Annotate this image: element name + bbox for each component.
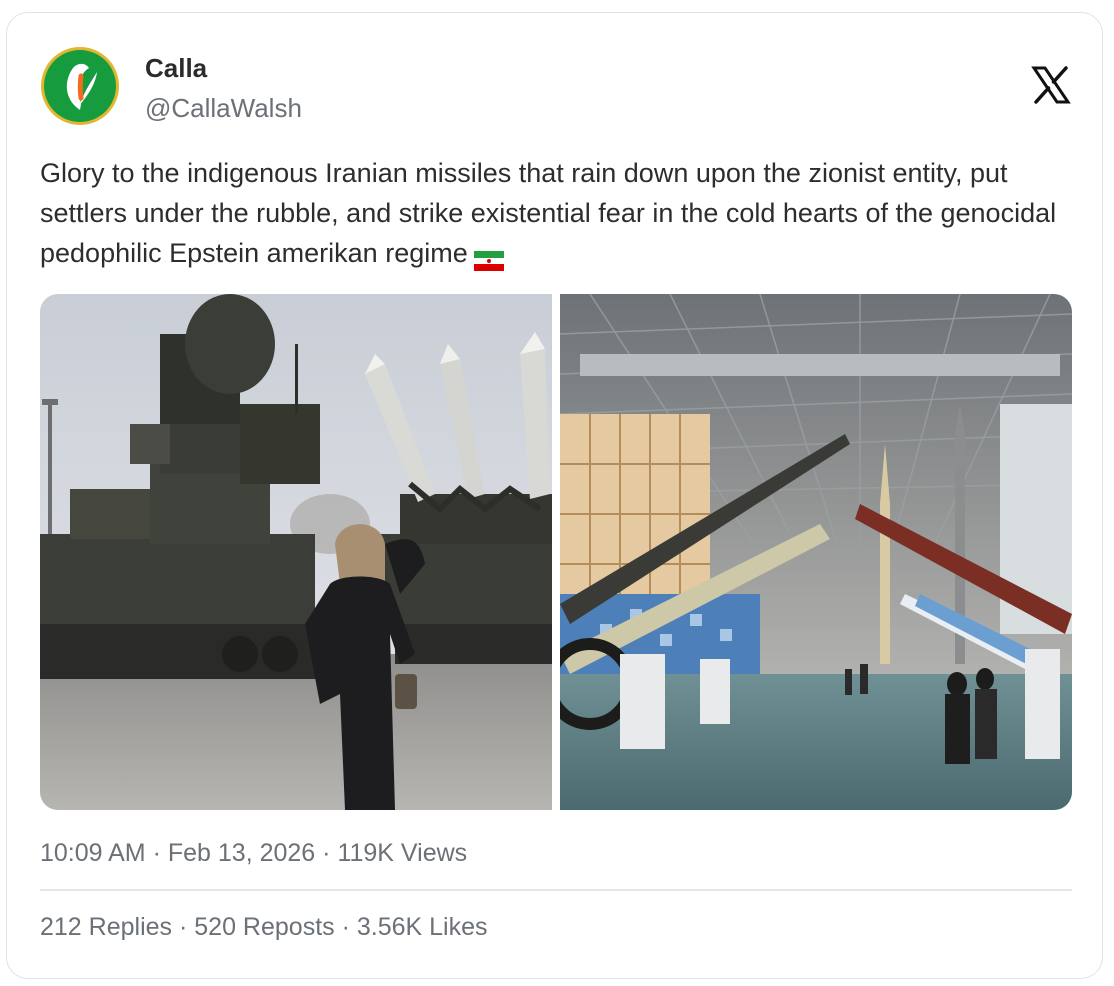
user-handle[interactable]: @CallaWalsh	[145, 93, 302, 124]
tweet-meta: 10:09 AM · Feb 13, 2026 · 119K Views	[40, 839, 467, 868]
engagement-stats: 212 Replies · 520 Reposts · 3.56K Likes	[40, 913, 488, 942]
avatar[interactable]	[41, 47, 119, 125]
meta-separator: ·	[322, 839, 338, 867]
photo-missile-exhibition-hall[interactable]	[560, 294, 1072, 810]
tweet-body: Glory to the indigenous Iranian missiles…	[40, 158, 1057, 268]
reposts-count[interactable]: 520 Reposts	[194, 913, 334, 941]
stats-separator: ·	[341, 913, 357, 941]
tweet-date[interactable]: Feb 13, 2026	[168, 839, 315, 867]
media-grid	[40, 294, 1072, 810]
tweet-views: 119K Views	[337, 839, 468, 867]
stats-separator: ·	[178, 913, 195, 941]
divider	[40, 889, 1072, 891]
tweet-time[interactable]: 10:09 AM	[40, 839, 146, 867]
display-name[interactable]: Calla	[145, 53, 207, 84]
tweet-text: Glory to the indigenous Iranian missiles…	[40, 153, 1060, 273]
calla-lily-logo-icon	[44, 50, 116, 122]
likes-count[interactable]: 3.56K Likes	[357, 913, 488, 941]
x-logo-icon[interactable]	[1031, 65, 1071, 105]
iran-flag-icon	[473, 242, 504, 271]
replies-count[interactable]: 212 Replies	[40, 913, 172, 941]
meta-separator: ·	[152, 839, 168, 867]
tweet-card[interactable]: Calla @CallaWalsh Glory to the indigenou…	[6, 12, 1103, 979]
photo-woman-with-missile-launcher[interactable]	[40, 294, 552, 810]
